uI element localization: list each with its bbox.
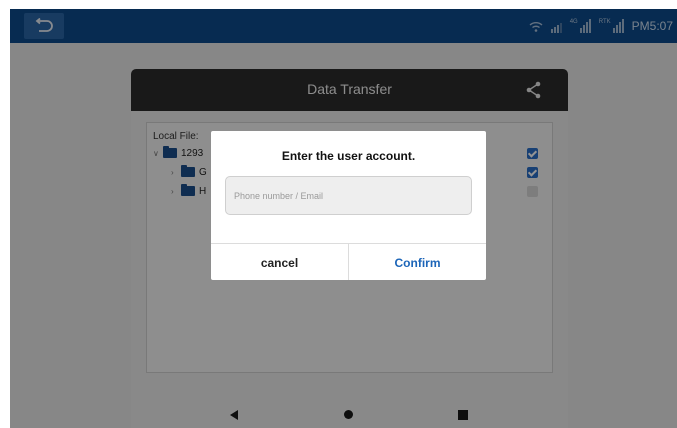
device-screen: 4G RTK PM5:07 Data Transfer Local File: xyxy=(10,9,677,428)
confirm-button[interactable]: Confirm xyxy=(349,244,486,280)
account-input[interactable] xyxy=(225,176,472,215)
dialog-buttons: cancel Confirm xyxy=(211,243,486,280)
dialog-title: Enter the user account. xyxy=(281,149,416,163)
user-account-dialog: Enter the user account. cancel Confirm xyxy=(211,131,486,280)
cancel-button[interactable]: cancel xyxy=(211,244,349,280)
